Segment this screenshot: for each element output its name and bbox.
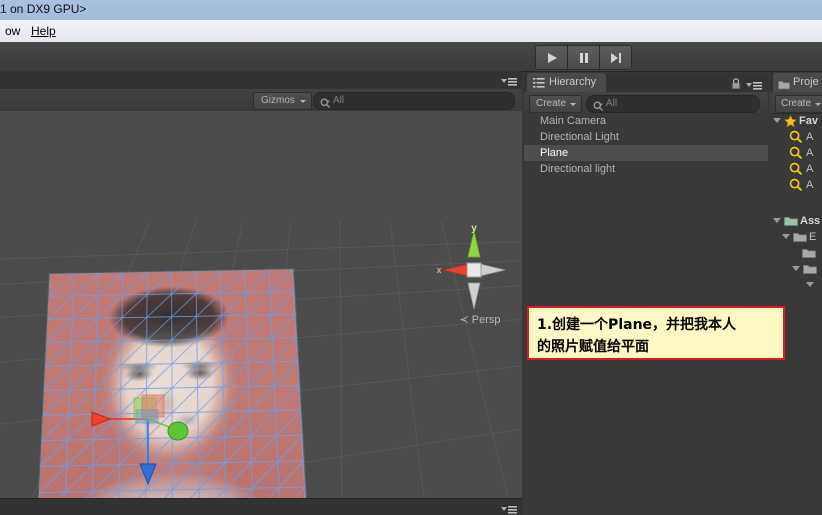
playback-controls	[535, 45, 632, 70]
play-button[interactable]	[536, 46, 568, 69]
project-row-folder[interactable]	[770, 261, 822, 277]
step-icon	[610, 52, 622, 64]
chevron-down-icon	[570, 103, 577, 106]
chevron-down-icon	[299, 100, 306, 103]
project-row-saved-search[interactable]: A	[770, 145, 822, 161]
project-row-label: A	[806, 147, 814, 159]
hierarchy-item-label: Main Camera	[540, 115, 607, 127]
persp-text: Persp	[471, 314, 501, 326]
hierarchy-item-main-camera[interactable]: Main Camera	[524, 113, 768, 129]
transform-gizmo[interactable]	[70, 376, 215, 491]
triangle-down-icon[interactable]	[773, 218, 781, 223]
hierarchy-search-placeholder: All	[606, 98, 618, 109]
step-button[interactable]	[600, 46, 631, 69]
hierarchy-item-plane[interactable]: Plane	[524, 145, 768, 161]
project-create-label: Create	[781, 98, 812, 109]
tab-hierarchy[interactable]: Hierarchy	[527, 73, 607, 92]
chevron-down-icon	[815, 103, 822, 106]
annotation-line-2: 的照片赋值给平面	[537, 339, 649, 355]
scene-search-input[interactable]: All	[313, 92, 515, 110]
hierarchy-item-label: Plane	[540, 147, 569, 159]
persp-chevron-icon: ≺	[459, 314, 469, 326]
gizmos-label: Gizmos	[261, 95, 295, 106]
triangle-down-icon[interactable]	[806, 282, 814, 287]
annotation-callout: 1.创建一个Plane，并把我本人 的照片赋值给平面	[527, 306, 785, 360]
project-row-favorites[interactable]: Fav	[770, 113, 822, 129]
project-row-folder[interactable]	[770, 277, 822, 293]
tab-hierarchy-label: Hierarchy	[549, 76, 597, 88]
tab-project-label: Proje	[793, 76, 819, 88]
scene-toolbar: Gizmos All	[0, 89, 522, 112]
triangle-down-icon[interactable]	[773, 118, 781, 123]
project-row-assets[interactable]: Ass	[770, 213, 822, 229]
scene-panel: Gizmos All y x ≺ Persp	[0, 71, 522, 515]
project-row-spacer	[770, 193, 822, 213]
hierarchy-item-label: Directional Light	[540, 131, 619, 143]
play-icon	[546, 52, 558, 64]
triangle-down-icon[interactable]	[782, 234, 790, 239]
hierarchy-panel: Hierarchy Create All Main Camera Directi…	[524, 73, 768, 515]
hierarchy-item-directional-light[interactable]: Directional Light	[524, 129, 768, 145]
menu-window[interactable]: ow	[0, 23, 25, 39]
menu-help[interactable]: Help	[26, 23, 61, 39]
project-row-folder[interactable]	[770, 245, 822, 261]
project-row-label: Fav	[799, 115, 818, 127]
project-row-label: A	[806, 131, 814, 143]
project-row-folder[interactable]: E	[770, 229, 822, 245]
svg-text:y: y	[471, 223, 477, 234]
hierarchy-item-label: Directional light	[540, 163, 616, 175]
hierarchy-search-input[interactable]: All	[586, 95, 760, 113]
scene-search-placeholder: All	[333, 95, 345, 106]
annotation-line-1: 1.创建一个Plane，并把我本人	[537, 317, 737, 333]
project-row-label: Ass	[800, 215, 821, 227]
pause-icon	[578, 52, 590, 64]
project-row-saved-search[interactable]: A	[770, 129, 822, 145]
hierarchy-tabbar: Hierarchy	[524, 73, 768, 92]
unity-toolbar	[0, 42, 822, 72]
pause-button[interactable]	[568, 46, 600, 69]
project-row-saved-search[interactable]: A	[770, 177, 822, 193]
project-row-saved-search[interactable]: A	[770, 161, 822, 177]
hierarchy-toolbar: Create All	[524, 92, 768, 114]
svg-text:x: x	[436, 265, 441, 275]
hierarchy-create-button[interactable]: Create	[529, 95, 583, 113]
gizmos-dropdown[interactable]: Gizmos	[253, 92, 312, 110]
panel-menu-icon[interactable]	[500, 502, 518, 515]
projection-mode-label[interactable]: ≺ Persp	[445, 313, 515, 326]
tab-project[interactable]: Proje	[773, 73, 822, 92]
triangle-down-icon[interactable]	[792, 266, 800, 271]
project-create-button[interactable]: Create	[775, 95, 822, 113]
window-title: 1 on DX9 GPU>	[0, 2, 87, 16]
window-titlebar: 1 on DX9 GPU>	[0, 0, 822, 21]
scene-axis-gizmo[interactable]: y x	[433, 223, 515, 323]
scene-tabbar	[0, 71, 522, 90]
project-row-label: E	[809, 231, 817, 243]
hierarchy-create-label: Create	[536, 98, 567, 109]
scene-bottombar	[0, 498, 522, 515]
project-row-label: A	[806, 179, 814, 191]
scene-viewport[interactable]: y x ≺ Persp	[0, 111, 522, 498]
project-row-label: A	[806, 163, 814, 175]
project-panel: Proje Create Fav A A A A Ass E	[770, 73, 822, 515]
menubar: ow Help	[0, 20, 822, 43]
hierarchy-item-directional-light-2[interactable]: Directional light	[524, 161, 768, 177]
menu-help-label: Help	[31, 24, 56, 38]
project-tabbar: Proje	[770, 73, 822, 92]
project-toolbar: Create	[770, 92, 822, 114]
